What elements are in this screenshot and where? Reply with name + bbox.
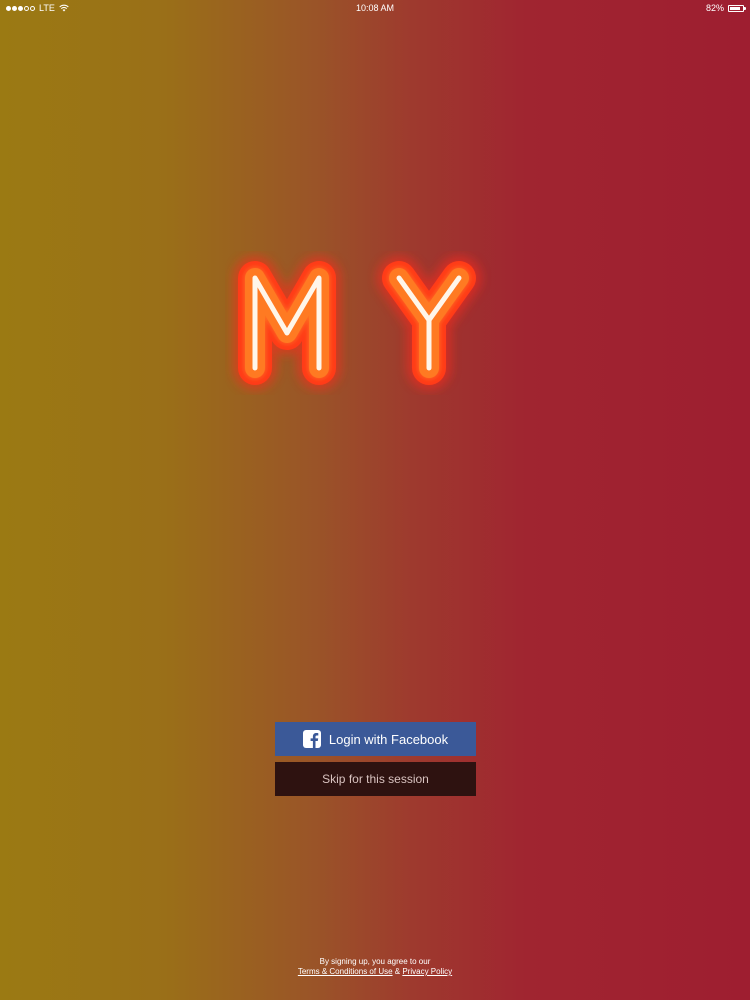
battery-level [730,6,740,10]
legal-links: Terms & Conditions of Use & Privacy Poli… [0,967,750,977]
battery-icon [728,4,746,12]
privacy-policy-link[interactable]: Privacy Policy [402,967,452,976]
app-logo: MY [233,256,481,390]
legal-intro: By signing up, you agree to our [319,957,431,966]
status-bar: LTE 10:08 AM 82% [0,0,750,16]
clock: 10:08 AM [355,3,395,13]
logo-glyphs [233,256,481,390]
skip-button-label: Skip for this session [322,772,429,786]
terms-link[interactable]: Terms & Conditions of Use [298,967,393,976]
facebook-icon [302,730,321,748]
legal-notice: By signing up, you agree to our Terms & … [0,957,750,977]
login-with-facebook-button[interactable]: Login with Facebook [275,722,476,756]
status-right: 82% [705,3,746,13]
skip-session-button[interactable]: Skip for this session [275,762,476,796]
logo-text: MY [374,387,376,389]
facebook-button-label: Login with Facebook [328,731,449,747]
battery-percent: 82% [705,3,724,13]
